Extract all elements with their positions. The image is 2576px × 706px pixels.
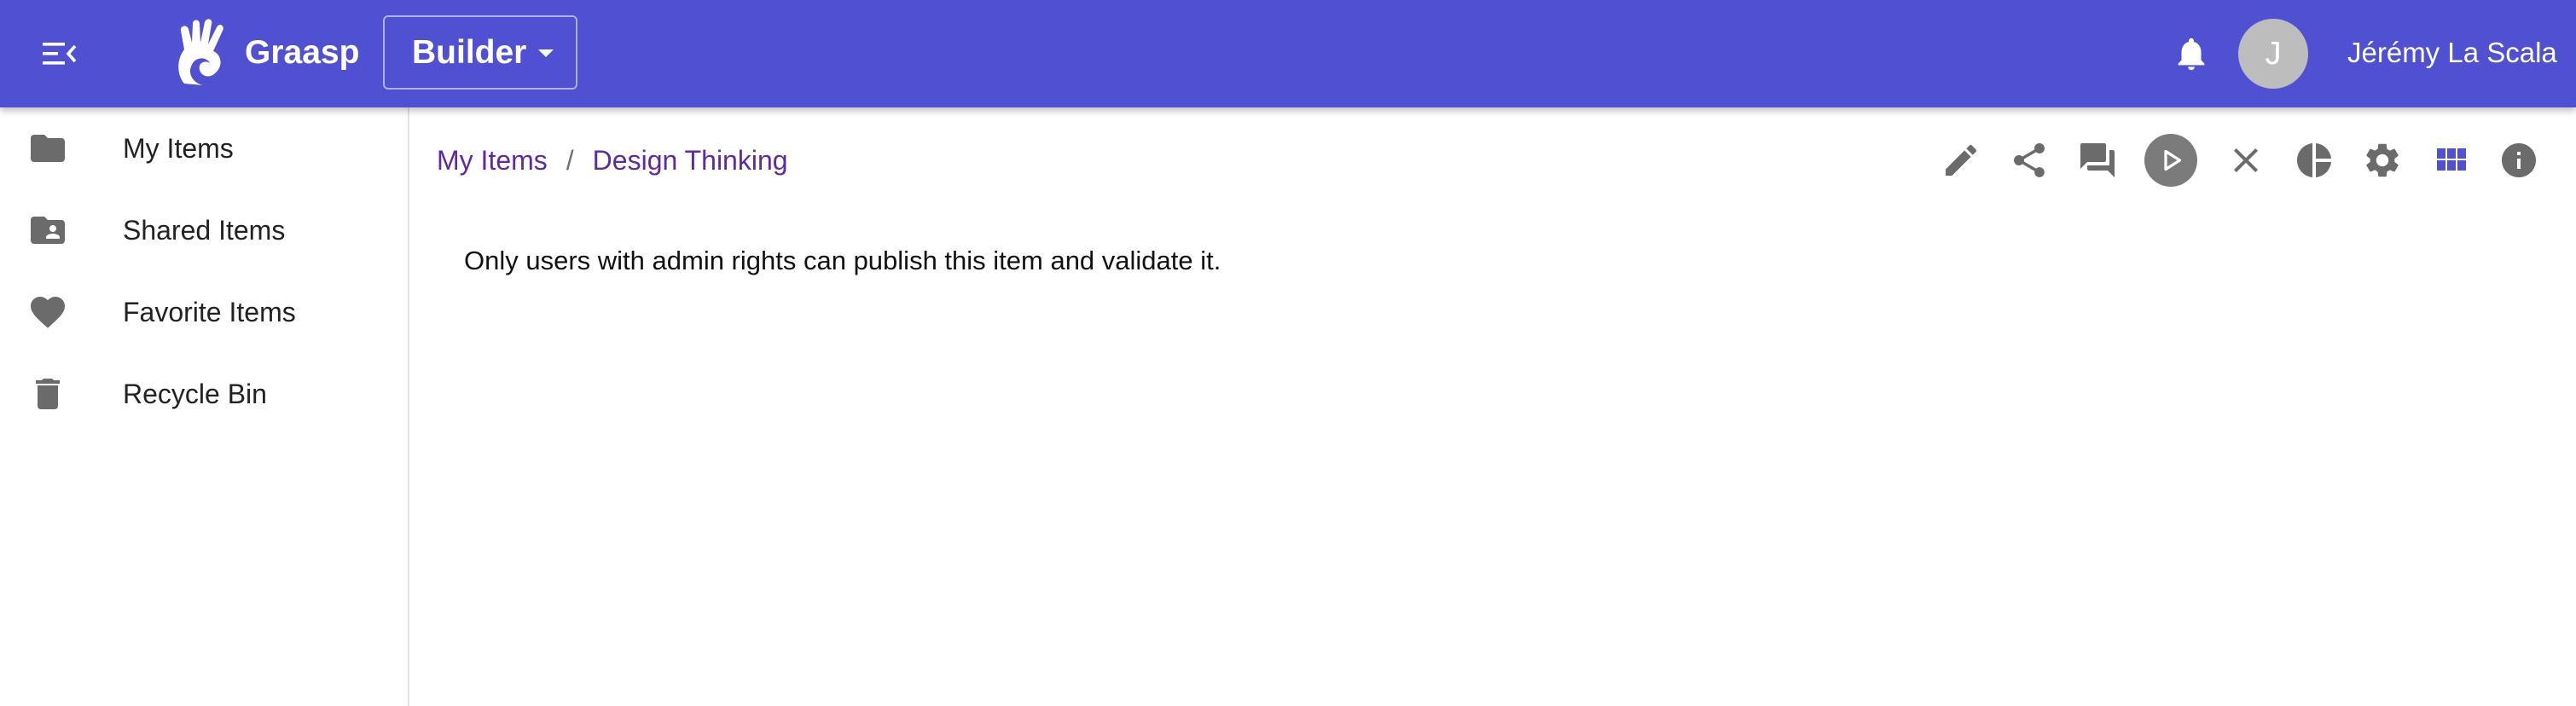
user-name[interactable]: Jérémy La Scala [2347, 32, 2557, 73]
sidebar-item-shared-items[interactable]: Shared Items [0, 189, 408, 271]
sidebar-item-label: My Items [123, 133, 234, 164]
settings-button[interactable] [2361, 139, 2404, 182]
breadcrumb-separator: / [566, 145, 574, 176]
sidebar: My Items Shared Items Favorite Items Rec… [0, 107, 409, 706]
close-button[interactable] [2225, 139, 2267, 182]
chat-icon [2080, 143, 2115, 177]
edit-icon [1946, 144, 1977, 176]
info-icon [2502, 143, 2536, 177]
sidebar-item-recycle-bin[interactable]: Recycle Bin [0, 353, 408, 435]
app-bar: Graasp Builder J Jérémy La Scala [0, 0, 2576, 107]
breadcrumb: My Items / Design Thinking [437, 140, 788, 181]
trash-icon [36, 379, 60, 409]
app-selector-dropdown[interactable]: Builder [383, 15, 577, 90]
caret-down-icon [538, 49, 554, 57]
preview-play-button[interactable] [2144, 134, 2197, 187]
folder-icon [31, 135, 65, 162]
share-icon [2014, 143, 2045, 177]
grid-view-button[interactable] [2429, 139, 2472, 182]
brand-name: Graasp [245, 34, 360, 71]
analytics-icon [2297, 143, 2331, 177]
app-selector-label: Builder [412, 34, 527, 71]
play-icon [2164, 149, 2182, 171]
graasp-logo-icon [178, 19, 223, 85]
sidebar-item-favorite-items[interactable]: Favorite Items [0, 271, 408, 353]
close-icon [2234, 148, 2258, 172]
notifications-bell-icon[interactable] [2172, 33, 2211, 74]
sidebar-item-my-items[interactable]: My Items [0, 107, 408, 189]
settings-icon [2366, 143, 2399, 177]
sidebar-item-label: Shared Items [123, 215, 286, 246]
heart-icon [31, 297, 65, 328]
sidebar-item-label: Recycle Bin [123, 379, 267, 409]
edit-button[interactable] [1940, 139, 1982, 182]
admin-rights-message: Only users with admin rights can publish… [464, 246, 1221, 275]
info-button[interactable] [2498, 139, 2540, 182]
user-avatar[interactable]: J [2238, 19, 2308, 89]
breadcrumb-current: Design Thinking [592, 145, 788, 176]
chat-button[interactable] [2076, 139, 2119, 182]
analytics-button[interactable] [2293, 139, 2335, 182]
grid-view-icon [2437, 148, 2466, 171]
breadcrumb-root-link[interactable]: My Items [437, 145, 548, 176]
menu-toggle-button[interactable] [38, 33, 82, 74]
sidebar-item-label: Favorite Items [123, 297, 296, 327]
share-button[interactable] [2008, 139, 2051, 182]
shared-folder-icon [31, 217, 65, 244]
menu-collapse-icon [43, 43, 77, 65]
